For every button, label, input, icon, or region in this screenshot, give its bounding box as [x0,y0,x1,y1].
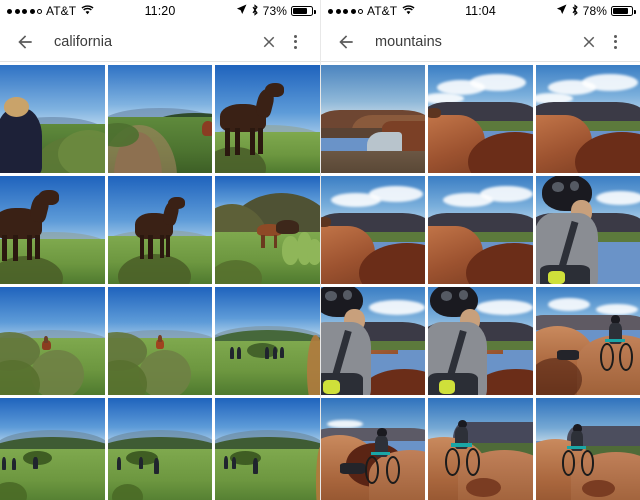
photo-grid[interactable] [321,62,640,500]
photo-hikers-grassland[interactable] [0,398,105,500]
photo-horse-profile-left[interactable] [0,176,105,284]
photo-horse-on-ridge[interactable] [215,65,320,173]
battery-icon [291,6,316,16]
photo-red-ridge-mountains-4[interactable] [428,176,533,284]
photo-red-ridge-mountains[interactable] [428,65,533,173]
photo-desert-canyon-road[interactable] [321,65,426,173]
search-input[interactable]: mountains [375,34,576,50]
status-bar-right: 78% [556,3,636,19]
search-bar[interactable]: mountains [321,22,640,62]
photo-cyclist-closeup[interactable] [321,287,426,395]
photo-biker-slickrock-2[interactable] [321,398,426,500]
photo-grid[interactable] [0,62,320,500]
close-icon[interactable] [576,29,602,55]
photo-horses-cactus-hillside[interactable] [215,176,320,284]
photo-hikers-grassland-3[interactable] [215,398,320,500]
close-icon[interactable] [256,29,282,55]
status-bar-right: 73% [236,3,316,19]
photo-brushy-hill-rider-2[interactable] [107,287,213,395]
status-bar: AT&T 11:04 78% [321,0,640,22]
photo-red-ridge-mountains-2[interactable] [535,65,640,173]
back-arrow-icon[interactable] [12,29,38,55]
photo-biker-slickrock-4[interactable] [535,398,640,500]
bluetooth-icon [251,3,259,19]
dual-phone-screenshot: AT&T 11:20 73% california AT&T 11:04 78%… [0,0,640,500]
bluetooth-icon [571,3,579,19]
more-options-icon[interactable] [282,29,308,55]
wifi-icon [81,4,94,18]
photo-brushy-hill-rider[interactable] [0,287,105,395]
carrier-label: AT&T [46,4,77,18]
status-bar-left: AT&T [7,4,94,18]
photo-dirt-trail-hills[interactable] [107,65,213,173]
location-arrow-icon [556,4,567,18]
status-bar: AT&T 11:20 73% [0,0,320,22]
phone-screen-california: AT&T 11:20 73% california [0,0,320,500]
status-bar-left: AT&T [328,4,415,18]
signal-strength-icon [7,8,42,14]
photo-red-ridge-mountains-3[interactable] [321,176,426,284]
back-arrow-icon[interactable] [333,29,359,55]
carrier-label: AT&T [367,4,398,18]
photo-group-green-meadow[interactable] [215,287,320,395]
more-options-icon[interactable] [602,29,628,55]
photo-biker-slickrock[interactable] [535,287,640,395]
photo-person-overlooking-valley[interactable] [0,65,105,173]
battery-percent: 73% [262,4,287,18]
photo-biker-slickrock-3[interactable] [428,398,533,500]
photo-hikers-grassland-2[interactable] [107,398,213,500]
wifi-icon [402,4,415,18]
photo-horse-profile-right[interactable] [107,176,213,284]
photo-cyclist-helmet-ridge[interactable] [535,176,640,284]
search-input[interactable]: california [54,34,256,50]
search-bar[interactable]: california [0,22,320,62]
photo-cyclist-closeup-2[interactable] [428,287,533,395]
battery-icon [611,6,636,16]
phone-screen-mountains: AT&T 11:04 78% mountains [320,0,640,500]
signal-strength-icon [328,8,363,14]
location-arrow-icon [236,4,247,18]
battery-percent: 78% [582,4,607,18]
